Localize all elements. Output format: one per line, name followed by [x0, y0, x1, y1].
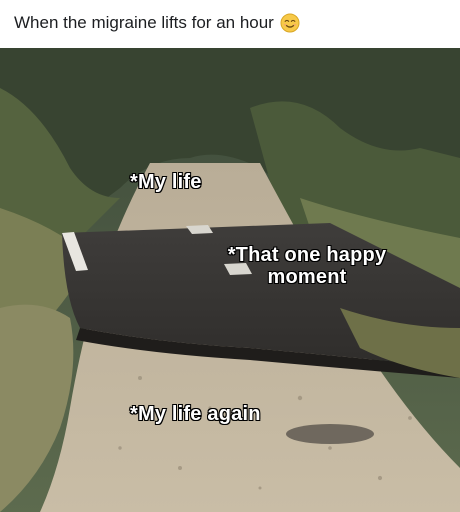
label-my-life: *My life	[129, 171, 202, 193]
relieved-face-icon	[280, 13, 300, 33]
post-caption: When the migraine lifts for an hour	[14, 10, 300, 36]
meme-image: *My life *That one happy moment *My life…	[0, 48, 460, 512]
label-my-life-again: *My life again	[129, 403, 261, 425]
label-happy-moment: *That one happy moment	[227, 243, 387, 289]
caption-text: When the migraine lifts for an hour	[14, 13, 274, 32]
meme-post: When the migraine lifts for an hour *My …	[0, 0, 460, 512]
